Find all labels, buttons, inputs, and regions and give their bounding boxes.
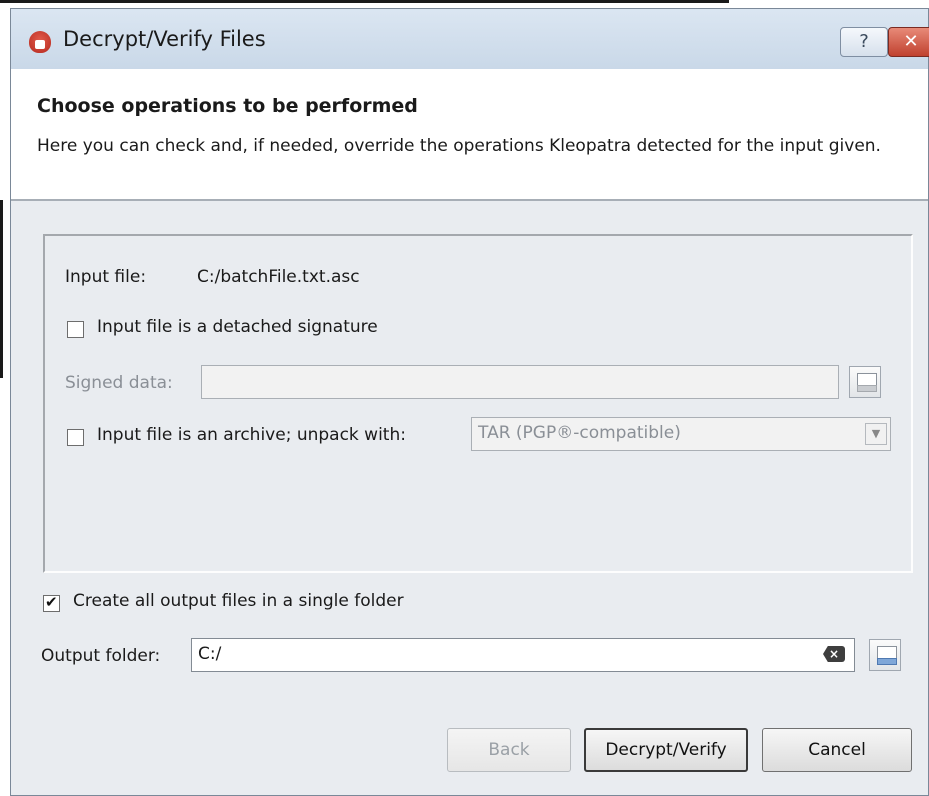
detached-signature-label[interactable]: Input file is a detached signature: [97, 317, 378, 337]
page-title: Choose operations to be performed: [37, 95, 418, 117]
single-folder-checkbox[interactable]: [43, 593, 60, 612]
operations-group: [43, 234, 913, 573]
open-folder-icon: [877, 646, 897, 665]
signed-data-browse-button[interactable]: [849, 366, 881, 398]
detached-signature-checkbox[interactable]: [67, 321, 84, 338]
decrypt-verify-button[interactable]: Decrypt/Verify: [584, 728, 748, 772]
archive-format-value: TAR (PGP®-compatible): [478, 423, 681, 443]
output-folder-input[interactable]: C:/: [191, 638, 855, 672]
single-folder-label[interactable]: Create all output files in a single fold…: [73, 591, 404, 611]
decrypt-verify-dialog: Decrypt/Verify Files ? ✕ Choose operatio…: [10, 8, 929, 796]
output-folder-label: Output folder:: [41, 646, 161, 666]
close-button[interactable]: ✕: [888, 27, 929, 57]
archive-checkbox[interactable]: [67, 429, 84, 446]
kleopatra-app-icon: [29, 31, 51, 53]
background-edge-left: [0, 200, 3, 378]
signed-data-input[interactable]: [201, 365, 839, 399]
output-folder-browse-button[interactable]: [869, 639, 901, 671]
page-description: Here you can check and, if needed, overr…: [37, 136, 881, 156]
background-edge-top: [0, 0, 729, 3]
input-file-value: C:/batchFile.txt.asc: [197, 267, 360, 287]
input-file-label: Input file:: [65, 267, 147, 287]
cancel-button[interactable]: Cancel: [762, 728, 912, 772]
signed-data-label: Signed data:: [65, 373, 173, 393]
archive-label[interactable]: Input file is an archive; unpack with:: [97, 425, 406, 445]
archive-format-select[interactable]: TAR (PGP®-compatible) ▼: [471, 417, 891, 451]
title-bar[interactable]: Decrypt/Verify Files ? ✕: [11, 9, 929, 70]
open-file-icon: [857, 373, 877, 392]
chevron-down-icon[interactable]: ▼: [865, 423, 887, 445]
back-button[interactable]: Back: [447, 728, 571, 772]
help-button[interactable]: ?: [840, 27, 888, 57]
header-panel: Choose operations to be performed Here y…: [11, 69, 928, 201]
window-title: Decrypt/Verify Files: [63, 27, 266, 51]
